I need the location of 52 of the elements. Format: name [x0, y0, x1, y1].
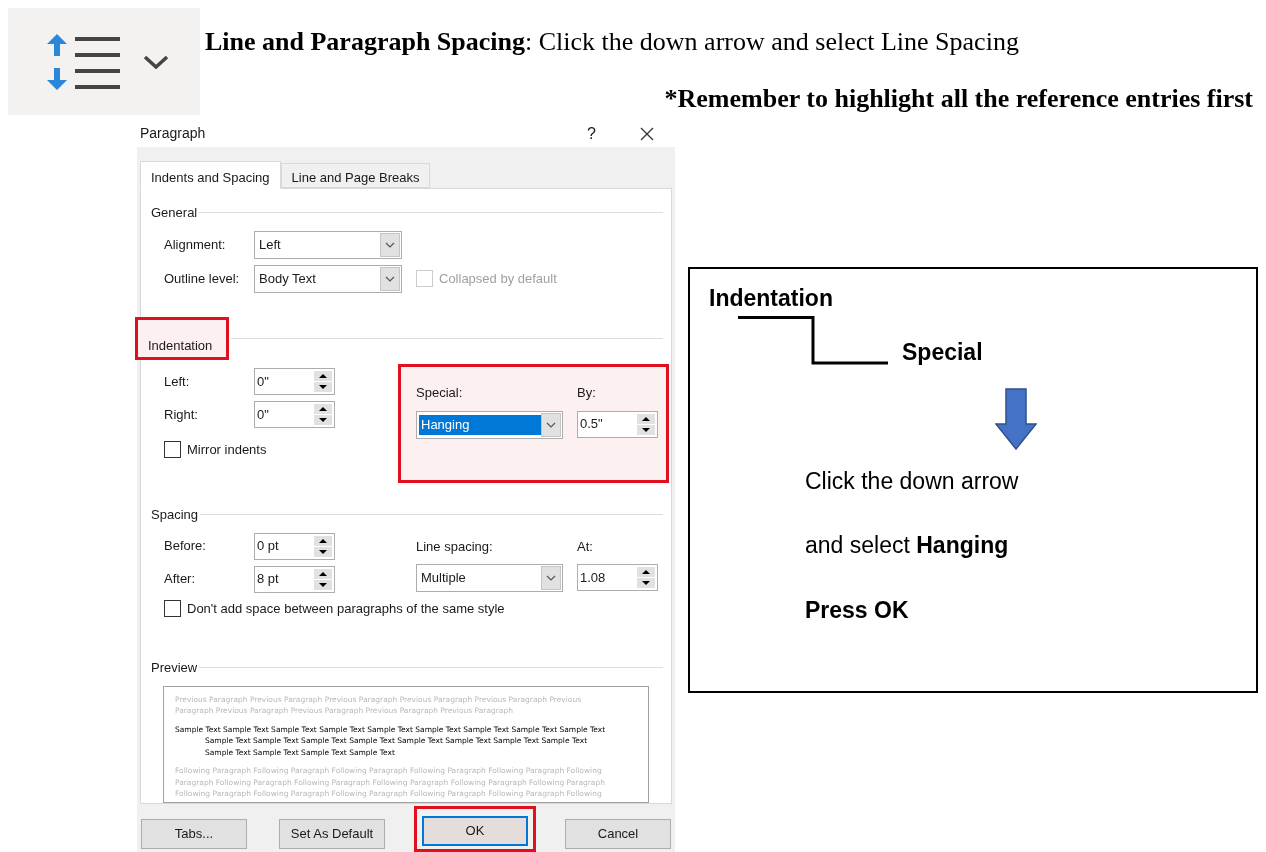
dialog-button[interactable]: Tabs... — [141, 819, 247, 849]
spin-box[interactable]: 8 pt — [254, 565, 335, 593]
field-label: Right: — [164, 405, 199, 424]
field-label: Line spacing: — [416, 537, 494, 556]
group-heading: Preview — [150, 659, 198, 677]
down-arrow-icon — [995, 387, 1037, 450]
callout-title: Indentation — [709, 284, 833, 313]
dialog-title: Paragraph — [140, 124, 207, 143]
spin-box[interactable]: 0 pt — [254, 532, 335, 560]
field-label: By: — [577, 384, 597, 402]
chevron-down-icon — [546, 421, 556, 428]
spin-box[interactable]: 1.08 — [577, 564, 658, 591]
callout-text: Click the down arrow — [805, 466, 1019, 496]
field-label: Before: — [164, 537, 207, 556]
callout-text: and select Hanging — [805, 531, 1009, 560]
spin-box[interactable]: 0" — [254, 368, 335, 395]
checkbox[interactable] — [164, 599, 181, 617]
dialog-button[interactable]: Set As Default — [279, 819, 385, 849]
chevron-down-icon — [385, 241, 395, 248]
field-label: At: — [577, 537, 594, 556]
group-heading: Indentation — [135, 316, 230, 360]
chevron-down-icon — [143, 54, 169, 69]
callout-text: Press OK — [805, 595, 909, 625]
chevron-down-icon — [546, 575, 556, 581]
field-label: Special: — [416, 384, 464, 402]
dialog-button[interactable]: OK — [422, 816, 528, 846]
checkbox-label: Collapsed by default — [439, 269, 557, 288]
field-label: Alignment: — [164, 235, 227, 254]
group-heading: General — [150, 204, 198, 222]
field-label: Left: — [164, 372, 191, 391]
dialog-button[interactable]: Cancel — [565, 819, 671, 849]
spin-box[interactable]: 0" — [254, 401, 335, 428]
field-label: Outline level: — [164, 269, 241, 288]
spin-box[interactable]: 0.5" — [577, 410, 658, 438]
dropdown[interactable]: Body Text — [254, 264, 402, 293]
line-spacing-button[interactable] — [8, 8, 200, 115]
field-label: After: — [164, 570, 197, 589]
callout-subtitle: Special — [902, 338, 983, 367]
instruction-heading: Line and Paragraph Spacing: Click the down arrow and select Line Spacing — [205, 26, 1020, 58]
tab[interactable]: Indents and Spacing — [140, 161, 281, 189]
dropdown[interactable]: Multiple — [416, 564, 563, 592]
close-icon[interactable] — [640, 126, 654, 141]
group-heading: Spacing — [150, 506, 198, 524]
dropdown[interactable]: Hanging — [416, 410, 563, 439]
checkbox-label: Mirror indents — [187, 441, 267, 459]
help-button[interactable]: ? — [587, 121, 596, 146]
dropdown[interactable]: Left — [254, 230, 402, 259]
reminder-note: *Remember to highlight all the reference entries first — [664, 83, 1253, 115]
checkbox-label: Don't add space between paragraphs of the same style — [187, 599, 505, 618]
chevron-down-icon — [385, 275, 395, 282]
tab[interactable]: Line and Page Breaks — [280, 163, 431, 188]
checkbox[interactable] — [164, 441, 181, 459]
